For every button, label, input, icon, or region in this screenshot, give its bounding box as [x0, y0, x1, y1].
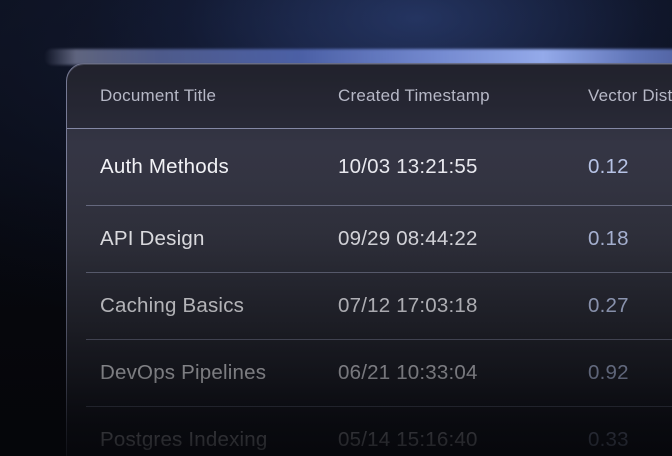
cell-created-timestamp: 05/14 15:16:40 [338, 428, 588, 452]
table-header-row: Document Title Created Timestamp Vector … [67, 64, 672, 129]
scene: Document Title Created Timestamp Vector … [0, 0, 672, 456]
cell-document-title: Auth Methods [100, 155, 338, 179]
cell-vector-distance: 0.27 [588, 294, 672, 318]
cell-document-title: DevOps Pipelines [100, 361, 338, 385]
cell-created-timestamp: 07/12 17:03:18 [338, 294, 588, 318]
column-header-vector-distance: Vector Distance [588, 86, 672, 106]
cell-vector-distance: 0.33 [588, 428, 672, 452]
cell-created-timestamp: 10/03 13:21:55 [338, 155, 588, 179]
column-header-document-title: Document Title [100, 86, 338, 106]
documents-table-card: Document Title Created Timestamp Vector … [66, 63, 672, 456]
column-header-created-timestamp: Created Timestamp [338, 86, 588, 106]
table-row[interactable]: Auth Methods 10/03 13:21:55 0.12 [67, 129, 672, 205]
table-row[interactable]: DevOps Pipelines 06/21 10:33:04 0.92 [67, 339, 672, 406]
cell-created-timestamp: 09/29 08:44:22 [338, 227, 588, 251]
table-row[interactable]: API Design 09/29 08:44:22 0.18 [67, 205, 672, 272]
cell-document-title: API Design [100, 227, 338, 251]
cell-document-title: Postgres Indexing [100, 428, 338, 452]
table-row[interactable]: Postgres Indexing 05/14 15:16:40 0.33 [67, 406, 672, 456]
cell-document-title: Caching Basics [100, 294, 338, 318]
cell-created-timestamp: 06/21 10:33:04 [338, 361, 588, 385]
table-row[interactable]: Caching Basics 07/12 17:03:18 0.27 [67, 272, 672, 339]
table-body: Auth Methods 10/03 13:21:55 0.12 API Des… [67, 129, 672, 456]
cell-vector-distance: 0.92 [588, 361, 672, 385]
cell-vector-distance: 0.12 [588, 155, 672, 179]
cell-vector-distance: 0.18 [588, 227, 672, 251]
